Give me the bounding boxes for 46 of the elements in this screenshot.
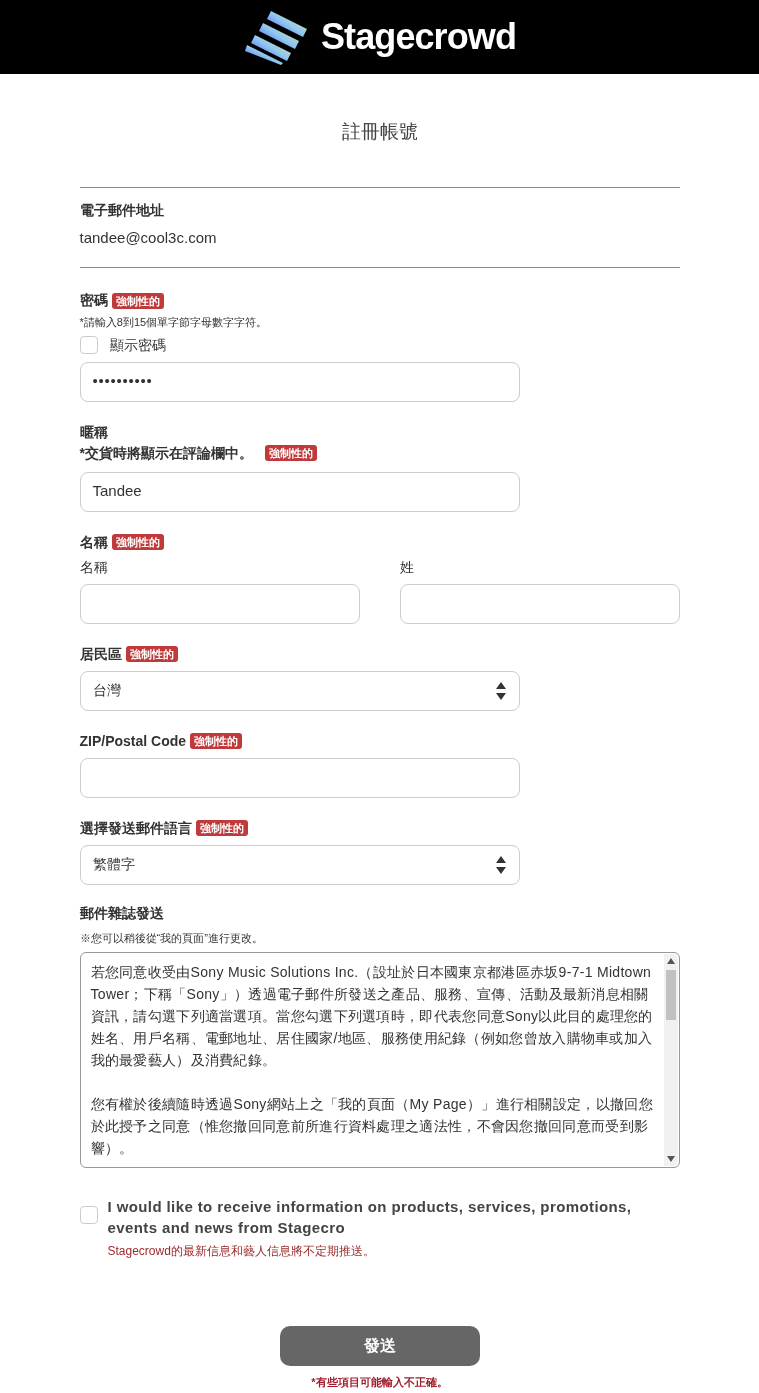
hint-text: *交貨時將顯示在評論欄中。 xyxy=(79,443,253,463)
input-field[interactable]: •••••••••• xyxy=(79,361,520,402)
note-text: ※您可以稍後從“我的頁面”進行更改。 xyxy=(79,930,264,946)
email-value: tandee@cool3c.com xyxy=(79,227,218,248)
select-value: 繁體字 xyxy=(92,855,135,874)
required-badge: 強制性的 xyxy=(195,820,248,836)
note-text: Stagecrowd的最新信息和藝人信息將不定期推送。 xyxy=(107,1243,376,1260)
input-field[interactable]: Tandee xyxy=(79,471,520,512)
scroll-down-icon[interactable] xyxy=(666,1156,675,1162)
field-label: 選擇發送郵件語言 xyxy=(79,818,192,838)
required-badge: 強制性的 xyxy=(264,445,317,461)
checkbox[interactable] xyxy=(79,1206,98,1224)
submit-button[interactable]: 發送 xyxy=(279,1326,480,1366)
page-title: 註冊帳號 xyxy=(340,120,419,144)
required-badge: 強制性的 xyxy=(125,646,178,662)
logo-text: Stagecrowd xyxy=(320,15,517,59)
select-value: 台灣 xyxy=(92,681,121,700)
field-label: 暱稱 xyxy=(79,422,108,442)
terms-paragraph: 若您同意收受由Sony Music Solutions Inc.（設址於日本國東京都港區赤坂9-7-1 Midtown Tower；下稱「Sony」）透過電子郵件所發送之產品、服務、宣傳、活動及最新消息相關資訊，請勾選下列適當選項。當您勾選下列選項時，即代表您同意Sony以此目的處理您的姓名、用戶名稱、電郵地址、居住國家/地區、服務使用紀錄（例如您曾放入購物車或加入我的最愛藝人）及消費紀錄。 xyxy=(90,963,654,1070)
select-field[interactable]: 繁體字 xyxy=(79,844,520,885)
checkbox-label: I would like to receive information on products, services, promotions, events and news from Stagecro xyxy=(107,1197,633,1238)
input-field[interactable] xyxy=(399,583,680,624)
hint-text: *請輸入8到15個單字節字母數字字符。 xyxy=(79,315,269,330)
scroll-up-icon[interactable] xyxy=(666,958,675,964)
up-down-caret-icon xyxy=(494,854,507,875)
scrollbar[interactable] xyxy=(663,954,678,1166)
field-label: ZIP/Postal Code xyxy=(79,731,187,751)
up-down-caret-icon xyxy=(494,680,507,701)
required-badge: 強制性的 xyxy=(190,733,243,749)
required-badge: 強制性的 xyxy=(111,534,164,550)
error-message: *有些項目可能輸入不正確。 xyxy=(311,1375,448,1390)
field-label: 密碼 xyxy=(79,291,108,310)
required-badge: 強制性的 xyxy=(111,292,164,309)
field-label: 名稱 xyxy=(79,532,108,552)
terms-paragraph: 您有權於後續隨時透過Sony網站上之「我的頁面（My Page）」進行相關設定，以撤回您於此授予之同意（惟您撤回同意前所進行資料處理之適法性，不會因您撤回同意而受到影響）。 xyxy=(90,1095,654,1158)
select-field[interactable]: 台灣 xyxy=(79,670,520,711)
checkbox-label: 顯示密碼 xyxy=(109,335,166,355)
input-field[interactable] xyxy=(79,757,520,798)
checkbox[interactable] xyxy=(79,336,98,354)
field-label: 電子郵件地址 xyxy=(79,200,165,220)
field-label: 名稱 xyxy=(79,557,109,577)
section-title: 郵件雜誌發送 xyxy=(79,903,165,923)
input-field[interactable] xyxy=(79,583,360,624)
field-label: 姓 xyxy=(399,557,415,577)
field-label: 居民區 xyxy=(79,644,122,664)
scrollbar-thumb[interactable] xyxy=(665,970,676,1020)
